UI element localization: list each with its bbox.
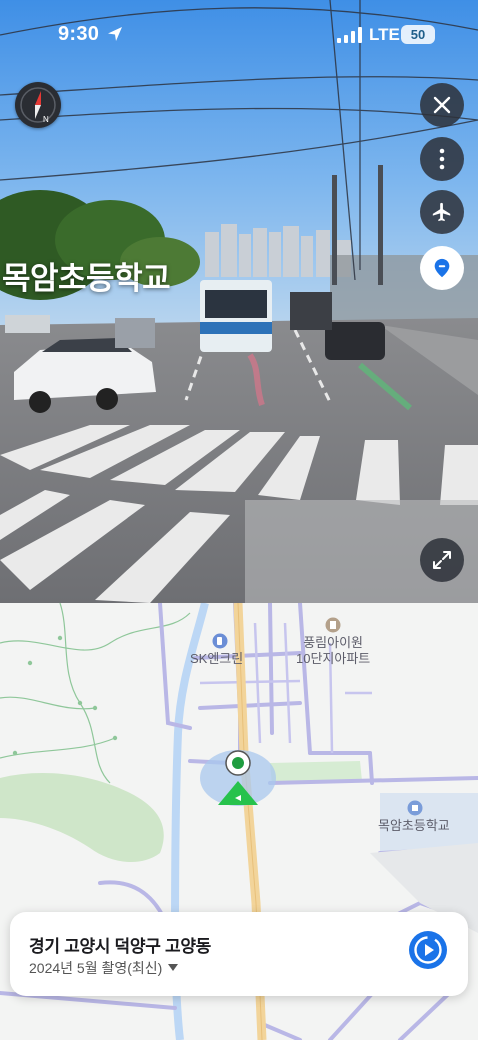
expand-button[interactable] xyxy=(420,538,464,582)
map-label-apartment-line2: 10단지아파트 xyxy=(296,651,371,666)
street-scene-image xyxy=(0,0,478,603)
compass-icon: N xyxy=(20,87,56,124)
more-options-button[interactable] xyxy=(420,137,464,181)
school-icon xyxy=(407,800,423,816)
svg-text:N: N xyxy=(43,115,49,124)
expand-icon xyxy=(433,551,451,569)
status-time: 9:30 xyxy=(58,23,100,45)
location-info-card[interactable]: 경기 고양시 덕양구 고양동 2024년 5월 촬영(최신) xyxy=(10,912,468,996)
airplane-icon xyxy=(432,202,451,222)
aerial-view-button[interactable] xyxy=(420,190,464,234)
battery-indicator: 50 xyxy=(401,25,435,44)
map-label-school: 목암초등학교 xyxy=(378,818,450,833)
network-type: LTE xyxy=(369,25,400,44)
map-label-apartment: 풍림아이원 10단지아파트 xyxy=(296,635,370,667)
address-title: 경기 고양시 덕양구 고양동 xyxy=(29,937,212,956)
location-pin-icon xyxy=(434,258,450,278)
close-button[interactable] xyxy=(420,83,464,127)
play-button[interactable] xyxy=(408,930,448,970)
more-vertical-icon xyxy=(439,148,445,170)
gas-station-icon xyxy=(212,633,228,649)
viewpoint-marker xyxy=(200,750,276,806)
compass-button[interactable]: N xyxy=(15,82,61,128)
map-label-gas-station: SK엔크린 xyxy=(190,651,244,666)
close-icon xyxy=(433,96,451,114)
place-name-overlay: 목암초등학교 xyxy=(2,261,171,296)
status-bar: 9:30 LTE 50 xyxy=(0,0,478,70)
signal-bars-icon xyxy=(337,27,362,43)
street-view-panorama[interactable]: 9:30 LTE 50 N 목암초등학교 xyxy=(0,0,478,603)
location-pin-button[interactable] xyxy=(420,246,464,290)
apartment-icon xyxy=(325,617,341,633)
location-arrow-icon xyxy=(108,27,122,41)
caret-down-icon xyxy=(168,964,179,971)
capture-date: 2024년 5월 촬영(최신) xyxy=(29,960,163,976)
map-label-apartment-line1: 풍림아이원 xyxy=(303,635,364,650)
capture-date-selector[interactable]: 2024년 5월 촬영(최신) xyxy=(29,958,179,978)
